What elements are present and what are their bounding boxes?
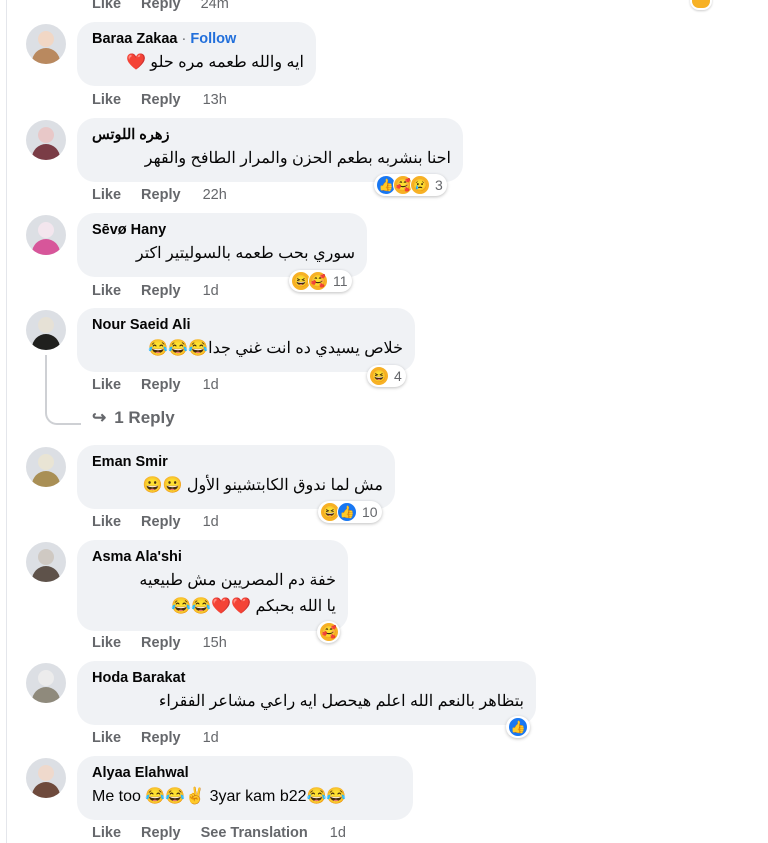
reaction-count: 4 [394, 368, 402, 384]
care-reaction-icon: 🥰 [308, 271, 328, 291]
see-translation-button[interactable]: See Translation [201, 825, 308, 841]
avatar[interactable] [26, 310, 66, 350]
reaction-summary[interactable]: 😆 👍 10 [318, 501, 382, 523]
reaction-count: 11 [333, 273, 348, 289]
haha-reaction-icon[interactable] [690, 0, 712, 10]
like-button[interactable]: Like [92, 514, 121, 530]
avatar[interactable] [26, 215, 66, 255]
comment-author[interactable]: Nour Saeid Ali [92, 316, 403, 334]
comment-text: احنا بنشربه بطعم الحزن والمرار الطافح وا… [144, 150, 451, 167]
timestamp: 15h [202, 635, 227, 651]
comment-author[interactable]: Alyaa Elahwal [92, 764, 401, 782]
avatar[interactable] [26, 24, 66, 64]
view-replies-link[interactable]: ↪ 1 Reply [92, 408, 175, 428]
comment-text: بتظاهر بالنعم الله اعلم هيحصل ايه راعي م… [158, 693, 524, 710]
reaction-summary[interactable]: 😆 🥰 11 [289, 270, 352, 292]
reply-button[interactable]: Reply [141, 187, 181, 203]
comment-text-line-2: يا الله بحبكم ❤️❤️😂😂 [171, 598, 336, 615]
follow-button[interactable]: Follow [190, 31, 236, 47]
thread-connector [45, 355, 81, 425]
like-reaction-icon: 👍 [337, 502, 357, 522]
comment-bubble: Sēvø Hany سوري بحب طعمه بالسوليتير اكتر [77, 213, 367, 277]
reaction-summary[interactable]: 👍 🥰 😢 3 [374, 174, 447, 196]
comment-bubble: Baraa Zakaa · Follow ايه والله طعمه مره … [77, 22, 316, 86]
like-button[interactable]: Like [92, 187, 121, 203]
comment-actions: Like Reply 1d [92, 514, 235, 530]
comment-text: خفة دم المصريين مش طبيعيه [139, 572, 336, 589]
care-reaction-icon: 🥰 [319, 622, 339, 642]
comment-actions: Like Reply 1d [92, 377, 235, 393]
reply-button[interactable]: Reply [141, 283, 181, 299]
comment-bubble: زهره اللوتس احنا بنشربه بطعم الحزن والمر… [77, 118, 463, 182]
like-button[interactable]: Like [92, 283, 121, 299]
comment-author[interactable]: زهره اللوتس [92, 126, 451, 144]
timestamp: 13h [202, 92, 227, 108]
comment-author[interactable]: Eman Smir [92, 453, 383, 471]
timestamp: 1d [202, 283, 219, 299]
timestamp: 1d [202, 730, 219, 746]
haha-reaction-icon: 😆 [369, 366, 389, 386]
comment-author[interactable]: Sēvø Hany [92, 221, 355, 239]
comment-bubble: Nour Saeid Ali خلاص يسيدي ده انت غني جدا… [77, 308, 415, 372]
like-reaction-icon: 👍 [508, 717, 528, 737]
like-button[interactable]: Like [92, 377, 121, 393]
sad-reaction-icon: 😢 [410, 175, 430, 195]
reply-button[interactable]: Reply [141, 730, 181, 746]
like-button[interactable]: Like [92, 92, 121, 108]
left-divider [6, 0, 7, 843]
comment-bubble: Asma Ala'shi خفة دم المصريين مش طبيعيه ي… [77, 540, 348, 631]
reply-button[interactable]: Reply [141, 635, 181, 651]
comment-bubble: Eman Smir مش لما ندوق الكابتشينو الأول 😀… [77, 445, 395, 509]
comment-author[interactable]: Baraa Zakaa · Follow [92, 30, 304, 48]
comment-actions: Like Reply See Translation 1d [92, 825, 362, 841]
reply-arrow-icon: ↪ [92, 408, 107, 427]
timestamp: 1d [329, 825, 346, 841]
like-button[interactable]: Like [92, 825, 121, 841]
comment-text: مش لما ندوق الكابتشينو الأول 😀😀 [142, 477, 383, 494]
timestamp: 1d [202, 377, 219, 393]
timestamp: 24m [200, 0, 229, 12]
avatar[interactable] [26, 663, 66, 703]
avatar[interactable] [26, 447, 66, 487]
like-button[interactable]: Like [92, 635, 121, 651]
comment-actions: Like Reply 1d [92, 730, 235, 746]
comment-actions: Like Reply 13h [92, 92, 243, 108]
comment-author[interactable]: Hoda Barakat [92, 669, 524, 687]
like-button[interactable]: Like [92, 730, 121, 746]
previous-comment-actions: Like Reply 24m [92, 0, 245, 12]
comment-text: Me too 😂😂✌️ 3yar kam b22😂😂 [92, 788, 347, 805]
like-button[interactable]: Like [92, 0, 121, 12]
reaction-count: 10 [362, 504, 378, 520]
reply-button[interactable]: Reply [141, 825, 181, 841]
comment-bubble: Hoda Barakat بتظاهر بالنعم الله اعلم هيح… [77, 661, 536, 725]
reaction-summary[interactable]: 🥰 [317, 621, 340, 643]
reaction-count: 3 [435, 177, 443, 193]
reply-button[interactable]: Reply [141, 0, 181, 12]
comment-author[interactable]: Asma Ala'shi [92, 548, 336, 566]
avatar[interactable] [26, 758, 66, 798]
comment-text: ايه والله طعمه مره حلو ❤️ [125, 54, 304, 71]
comment-actions: Like Reply 1d [92, 283, 235, 299]
reply-button[interactable]: Reply [141, 377, 181, 393]
comment-actions: Like Reply 22h [92, 187, 243, 203]
reaction-summary[interactable]: 👍 [506, 716, 530, 738]
comment-bubble: Alyaa Elahwal Me too 😂😂✌️ 3yar kam b22😂😂 [77, 756, 413, 820]
avatar[interactable] [26, 542, 66, 582]
comment-text: خلاص يسيدي ده انت غني جدا😂😂😂 [148, 340, 403, 357]
timestamp: 1d [202, 514, 219, 530]
avatar[interactable] [26, 120, 66, 160]
timestamp: 22h [202, 187, 227, 203]
reaction-summary[interactable]: 😆 4 [367, 365, 406, 387]
comment-actions: Like Reply 15h [92, 635, 243, 651]
comment-text: سوري بحب طعمه بالسوليتير اكتر [135, 245, 355, 262]
reply-button[interactable]: Reply [141, 92, 181, 108]
reply-button[interactable]: Reply [141, 514, 181, 530]
